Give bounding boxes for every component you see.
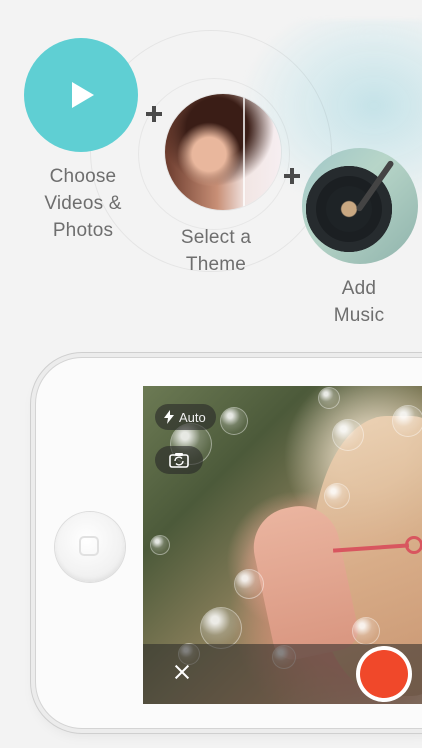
lightning-bolt-icon	[164, 410, 174, 424]
select-theme-button[interactable]	[165, 94, 281, 210]
step-label-line: Select a	[180, 227, 252, 248]
step-music-label: Add Music	[300, 275, 418, 329]
step-choose-label: Choose Videos & Photos	[18, 163, 148, 244]
bubble	[235, 570, 263, 598]
step-label-line: Add	[341, 278, 377, 299]
step-label-line: Theme	[185, 254, 247, 275]
flash-toggle-button[interactable]: Auto	[155, 404, 216, 430]
plus-icon	[146, 106, 162, 122]
bubble	[151, 536, 169, 554]
choose-media-button[interactable]	[24, 38, 138, 152]
home-square-icon	[79, 536, 99, 556]
bubble-wand-ring	[405, 536, 422, 554]
step-label-line: Photos	[52, 220, 114, 241]
theme-split-divider	[243, 94, 245, 210]
bubble	[325, 484, 349, 508]
camera-switch-icon	[169, 453, 189, 468]
play-icon	[72, 82, 94, 108]
promo-screen: Choose Videos & Photos Select a Theme Ad…	[0, 0, 422, 748]
bubble	[333, 420, 363, 450]
plus-icon	[284, 168, 300, 184]
flash-mode-label: Auto	[179, 409, 206, 425]
bubble	[393, 406, 422, 436]
step-label-line: Videos &	[44, 193, 122, 214]
bubble	[319, 388, 339, 408]
step-label-line: Music	[333, 305, 385, 326]
home-button[interactable]	[55, 512, 125, 582]
bubble	[353, 618, 379, 644]
close-icon[interactable]	[172, 662, 192, 682]
bubble	[221, 408, 247, 434]
step-label-line: Choose	[49, 166, 117, 187]
switch-camera-button[interactable]	[155, 446, 203, 474]
bubble	[201, 608, 241, 648]
record-button[interactable]	[360, 650, 408, 698]
step-theme-label: Select a Theme	[152, 224, 280, 278]
add-music-button[interactable]	[302, 148, 418, 264]
